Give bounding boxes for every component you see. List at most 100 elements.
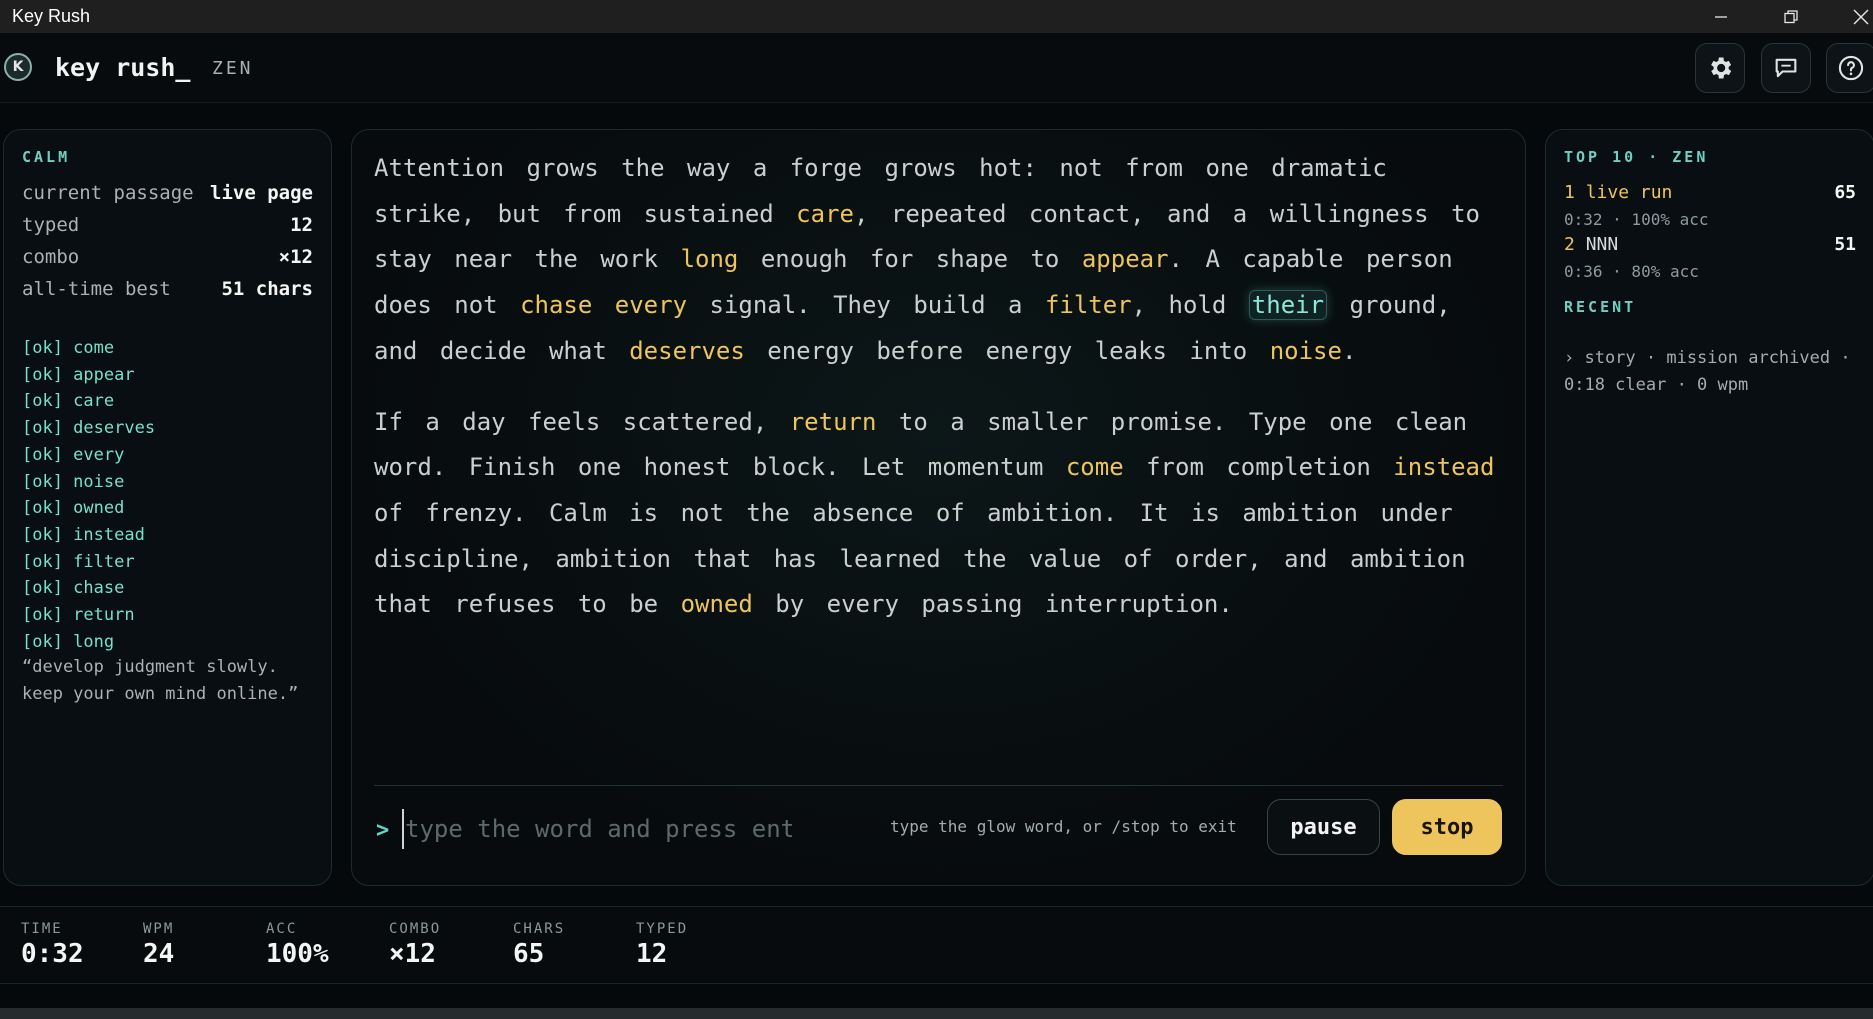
app-header: K key rush_ ZEN: [0, 33, 1873, 103]
passage-word: ambition: [555, 544, 671, 573]
leaderboard-row[interactable]: 2 NNN 51: [1564, 234, 1856, 255]
pause-button[interactable]: pause: [1267, 799, 1380, 855]
footer-stat-time: TIME 0:32: [21, 921, 84, 969]
completed-word: return: [789, 407, 877, 436]
passage-word: of: [935, 498, 965, 527]
passage-word: promise.: [1110, 407, 1227, 436]
stat-combo: combo ×12: [22, 246, 313, 268]
bottom-strip: [0, 1008, 1873, 1019]
restore-icon[interactable]: [1766, 0, 1816, 33]
passage-word: into: [1189, 336, 1248, 365]
passage-word: to: [1030, 245, 1060, 274]
passage-word: repeated: [890, 199, 1007, 228]
passage-word: be: [629, 590, 659, 619]
passage-word: strike,: [374, 199, 476, 228]
settings-button[interactable]: [1695, 43, 1745, 93]
footer-stat-value: 65: [513, 939, 545, 969]
passage-word: not: [1059, 154, 1103, 182]
passage-word: and: [1166, 199, 1211, 228]
passage-word: from: [1146, 453, 1204, 482]
completed-word: appear: [1081, 245, 1169, 274]
passage-word: of: [1123, 544, 1153, 573]
leaderboard-row[interactable]: 1 live run 65: [1564, 182, 1856, 203]
minimize-icon[interactable]: [1696, 0, 1746, 33]
divider: [374, 785, 1503, 786]
passage-word: If: [374, 407, 403, 436]
passage-word: absence: [812, 498, 914, 527]
passage-word: build: [913, 291, 986, 320]
word-log: [ok] come [ok] appear [ok] care [ok] des…: [22, 335, 155, 655]
stats-footer: TIME 0:32 WPM 24 ACC 100% COMBO ×12 CHAR…: [0, 906, 1873, 984]
footer-stat-value: 0:32: [21, 939, 84, 969]
passage-word: passing: [921, 590, 1023, 619]
stat-typed: typed 12: [22, 214, 313, 236]
prompt-symbol: >: [376, 818, 390, 843]
passage-word: near: [454, 245, 513, 274]
passage-word: of: [374, 498, 403, 527]
passage-word: capable: [1242, 245, 1344, 274]
completed-word: chase: [520, 291, 593, 320]
passage-word: refuses: [454, 590, 556, 619]
passage-word: and: [374, 336, 418, 365]
passage-word: a: [752, 154, 768, 182]
chat-button[interactable]: [1761, 43, 1811, 93]
completed-word: instead: [1393, 453, 1495, 482]
passage-word: what: [548, 336, 607, 365]
passage-word: is: [1191, 498, 1220, 527]
passage-word: has: [773, 544, 818, 573]
passage-word: one: [1205, 154, 1249, 182]
passage-word: person: [1365, 245, 1453, 274]
leaderboard-name: NNN: [1585, 234, 1619, 255]
passage-word: honest: [643, 453, 731, 482]
passage-word: is: [629, 498, 659, 527]
completed-word: every: [614, 291, 688, 320]
footer-stat-value: 100%: [266, 939, 329, 969]
passage-text: Attention grows the way a forge grows ho…: [374, 146, 1504, 653]
passage-word: a: [1008, 291, 1023, 320]
window-title: Key Rush: [12, 6, 91, 26]
passage-word: the: [746, 498, 790, 527]
passage-word: every: [826, 590, 899, 619]
logo-letter: K: [12, 59, 24, 75]
footer-stat-combo: COMBO ×12: [389, 921, 441, 969]
stat-value: 12: [290, 214, 313, 236]
completed-word: noise: [1269, 336, 1342, 365]
log-item: [ok] come: [22, 338, 115, 358]
passage-word: under: [1380, 498, 1453, 527]
help-button[interactable]: [1826, 43, 1873, 93]
gear-icon: [1711, 57, 1732, 79]
passage-word: .: [1168, 245, 1183, 274]
passage-paragraph: If a day feels scattered, return to a sm…: [374, 400, 1504, 629]
passage-word: day: [462, 407, 506, 436]
passage-word: grows: [526, 154, 599, 182]
passage-word: stay: [374, 245, 432, 274]
footer-stat-value: 24: [143, 939, 175, 969]
passage-word: word.: [374, 453, 447, 482]
passage-word: ,: [853, 199, 869, 228]
passage-paragraph: Attention grows the way a forge grows ho…: [374, 146, 1504, 375]
passage-word: to: [898, 407, 928, 436]
word-input[interactable]: [402, 809, 792, 849]
passage-word: to: [577, 590, 607, 619]
passage-word: the: [534, 245, 578, 274]
passage-word: interruption.: [1044, 590, 1233, 619]
completed-word: deserves: [629, 336, 745, 365]
passage-word: energy: [767, 336, 854, 365]
passage-word: .: [1341, 336, 1357, 365]
app-name: key rush_: [55, 53, 191, 82]
recent-item[interactable]: › story · mission archived · 0:18 clear …: [1564, 345, 1864, 398]
stat-label: combo: [22, 246, 80, 268]
help-icon: [1838, 55, 1864, 81]
passage-word: feels: [528, 407, 601, 436]
passage-word: forge: [789, 154, 862, 182]
passage-panel: Attention grows the way a forge grows ho…: [351, 129, 1526, 886]
current-word: their: [1248, 290, 1328, 321]
passage-word: contact,: [1028, 199, 1145, 228]
close-icon[interactable]: [1836, 0, 1873, 33]
passage-word: hot:: [979, 154, 1037, 182]
log-item: [ok] instead: [22, 524, 145, 545]
stop-button[interactable]: stop: [1392, 799, 1502, 855]
passage-word: ambition: [1349, 544, 1466, 573]
passage-word: that: [374, 590, 432, 619]
leaderboard-heading: TOP 10 · ZEN: [1564, 148, 1709, 166]
